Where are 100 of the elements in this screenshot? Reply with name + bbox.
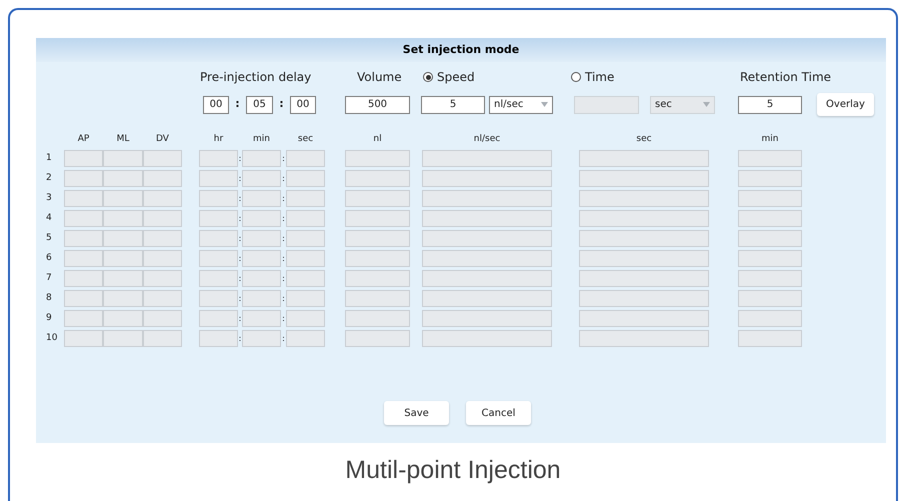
- table-cell[interactable]: [242, 330, 281, 347]
- table-cell[interactable]: [199, 330, 238, 347]
- table-cell[interactable]: [286, 250, 325, 267]
- table-cell[interactable]: [422, 250, 552, 267]
- table-cell[interactable]: [738, 270, 802, 287]
- table-cell[interactable]: [143, 210, 182, 227]
- table-cell[interactable]: [242, 190, 281, 207]
- table-cell[interactable]: [738, 290, 802, 307]
- table-cell[interactable]: [345, 270, 410, 287]
- table-cell[interactable]: [422, 210, 552, 227]
- table-cell[interactable]: [199, 230, 238, 247]
- table-cell[interactable]: [143, 290, 182, 307]
- table-cell[interactable]: [738, 210, 802, 227]
- table-cell[interactable]: [103, 270, 143, 287]
- table-cell[interactable]: [345, 250, 410, 267]
- table-cell[interactable]: [422, 190, 552, 207]
- table-cell[interactable]: [422, 330, 552, 347]
- table-cell[interactable]: [579, 170, 709, 187]
- table-cell[interactable]: [143, 270, 182, 287]
- table-cell[interactable]: [199, 150, 238, 167]
- table-cell[interactable]: [242, 290, 281, 307]
- table-cell[interactable]: [579, 330, 709, 347]
- table-cell[interactable]: [64, 330, 103, 347]
- table-cell[interactable]: [64, 290, 103, 307]
- table-cell[interactable]: [286, 230, 325, 247]
- input-field[interactable]: 00: [290, 96, 316, 114]
- table-cell[interactable]: [422, 170, 552, 187]
- table-cell[interactable]: [143, 170, 182, 187]
- table-cell[interactable]: [242, 270, 281, 287]
- table-cell[interactable]: [64, 150, 103, 167]
- table-cell[interactable]: [579, 210, 709, 227]
- table-cell[interactable]: [579, 150, 709, 167]
- table-cell[interactable]: [738, 170, 802, 187]
- table-cell[interactable]: [422, 310, 552, 327]
- dialog-button[interactable]: Cancel: [466, 401, 531, 425]
- table-cell[interactable]: [345, 290, 410, 307]
- table-cell[interactable]: [738, 310, 802, 327]
- table-cell[interactable]: [64, 170, 103, 187]
- table-cell[interactable]: [422, 230, 552, 247]
- table-cell[interactable]: [738, 190, 802, 207]
- dropdown[interactable]: nl/sec: [489, 96, 553, 114]
- table-cell[interactable]: [345, 310, 410, 327]
- radio-button[interactable]: Speed: [423, 68, 475, 86]
- table-cell[interactable]: [199, 250, 238, 267]
- table-cell[interactable]: [286, 290, 325, 307]
- table-cell[interactable]: [345, 330, 410, 347]
- table-cell[interactable]: [199, 190, 238, 207]
- table-cell[interactable]: [738, 230, 802, 247]
- table-cell[interactable]: [64, 270, 103, 287]
- table-cell[interactable]: [345, 190, 410, 207]
- table-cell[interactable]: [103, 310, 143, 327]
- table-cell[interactable]: [143, 250, 182, 267]
- table-cell[interactable]: [345, 210, 410, 227]
- table-cell[interactable]: [286, 170, 325, 187]
- table-cell[interactable]: [199, 170, 238, 187]
- table-cell[interactable]: [579, 270, 709, 287]
- dialog-button[interactable]: Save: [384, 401, 449, 425]
- table-cell[interactable]: [579, 290, 709, 307]
- table-cell[interactable]: [738, 330, 802, 347]
- table-cell[interactable]: [345, 230, 410, 247]
- table-cell[interactable]: [143, 230, 182, 247]
- table-cell[interactable]: [242, 170, 281, 187]
- table-cell[interactable]: [103, 330, 143, 347]
- table-cell[interactable]: [64, 230, 103, 247]
- table-cell[interactable]: [738, 250, 802, 267]
- table-cell[interactable]: [103, 150, 143, 167]
- table-cell[interactable]: [579, 230, 709, 247]
- table-cell[interactable]: [286, 310, 325, 327]
- table-cell[interactable]: [579, 190, 709, 207]
- table-cell[interactable]: [143, 150, 182, 167]
- table-cell[interactable]: [64, 190, 103, 207]
- input-field[interactable]: 05: [246, 96, 273, 114]
- table-cell[interactable]: [738, 150, 802, 167]
- table-cell[interactable]: [103, 290, 143, 307]
- table-cell[interactable]: [286, 150, 325, 167]
- table-cell[interactable]: [242, 210, 281, 227]
- table-cell[interactable]: [242, 150, 281, 167]
- table-cell[interactable]: [103, 230, 143, 247]
- table-cell[interactable]: [199, 210, 238, 227]
- input-field[interactable]: 5: [738, 96, 802, 114]
- table-cell[interactable]: [286, 270, 325, 287]
- table-cell[interactable]: [579, 250, 709, 267]
- table-cell[interactable]: [64, 250, 103, 267]
- table-cell[interactable]: [64, 310, 103, 327]
- table-cell[interactable]: [579, 310, 709, 327]
- table-cell[interactable]: [286, 330, 325, 347]
- input-field[interactable]: 00: [203, 96, 229, 114]
- table-cell[interactable]: [103, 250, 143, 267]
- table-cell[interactable]: [242, 250, 281, 267]
- table-cell[interactable]: [422, 150, 552, 167]
- table-cell[interactable]: [345, 170, 410, 187]
- overlay-button[interactable]: Overlay: [817, 93, 874, 116]
- table-cell[interactable]: [286, 210, 325, 227]
- table-cell[interactable]: [242, 310, 281, 327]
- table-cell[interactable]: [103, 210, 143, 227]
- radio-button[interactable]: Time: [571, 68, 614, 86]
- table-cell[interactable]: [199, 270, 238, 287]
- table-cell[interactable]: [143, 330, 182, 347]
- table-cell[interactable]: [103, 190, 143, 207]
- input-field[interactable]: 500: [345, 96, 410, 114]
